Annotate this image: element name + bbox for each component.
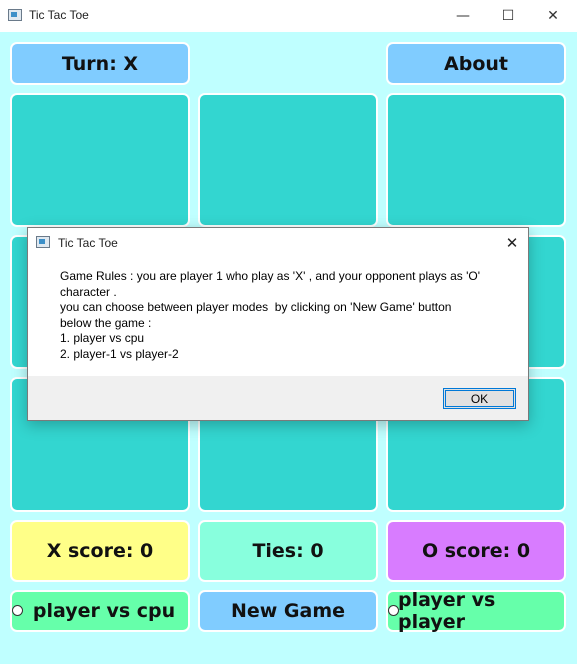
dialog-body: Game Rules : you are player 1 who play a…: [28, 258, 528, 376]
maximize-icon[interactable]: ☐: [485, 0, 531, 32]
mode-cpu-radio[interactable]: [12, 605, 23, 616]
about-button[interactable]: About: [386, 42, 566, 85]
turn-button[interactable]: Turn: X: [10, 42, 190, 85]
ties-label: Ties: 0: [198, 520, 378, 582]
dialog-line: below the game :: [60, 315, 152, 330]
new-game-button[interactable]: New Game: [198, 590, 378, 632]
window-titlebar: Tic Tac Toe — ☐ ✕: [0, 0, 577, 32]
dialog-line: Game Rules : you are player 1 who play a…: [60, 269, 481, 283]
close-icon[interactable]: ✕: [530, 0, 576, 32]
dialog-message: Game Rules : you are player 1 who play a…: [60, 269, 500, 362]
dialog-close-icon[interactable]: ✕: [500, 232, 524, 254]
o-score-label: O score: 0: [386, 520, 566, 582]
mode-cpu-option[interactable]: player vs cpu: [10, 590, 190, 632]
board-cell-3[interactable]: [386, 93, 566, 227]
mode-player-radio[interactable]: [388, 605, 399, 616]
mode-player-label: player vs player: [398, 589, 496, 633]
dialog-title: Tic Tac Toe: [58, 236, 118, 250]
dialog-line: 1. player vs cpu: [60, 331, 145, 345]
mode-cpu-label: player vs cpu: [32, 600, 176, 622]
board-cell-2[interactable]: [198, 93, 378, 227]
dialog-line: you can choose between player modes by c…: [60, 300, 452, 314]
dialog-line: 2. player-1 vs player-2: [60, 346, 179, 361]
app-icon: [8, 9, 22, 21]
window-title: Tic Tac Toe: [29, 8, 89, 22]
about-dialog: Tic Tac Toe ✕ Game Rules : you are playe…: [27, 227, 529, 421]
ok-button[interactable]: OK: [443, 388, 516, 409]
board-cell-1[interactable]: [10, 93, 190, 227]
dialog-titlebar: Tic Tac Toe ✕: [28, 228, 528, 258]
dialog-line: character .: [60, 284, 117, 299]
minimize-icon[interactable]: —: [440, 0, 486, 32]
dialog-app-icon: [36, 236, 50, 248]
x-score-label: X score: 0: [10, 520, 190, 582]
mode-player-option[interactable]: player vs player: [386, 589, 566, 633]
